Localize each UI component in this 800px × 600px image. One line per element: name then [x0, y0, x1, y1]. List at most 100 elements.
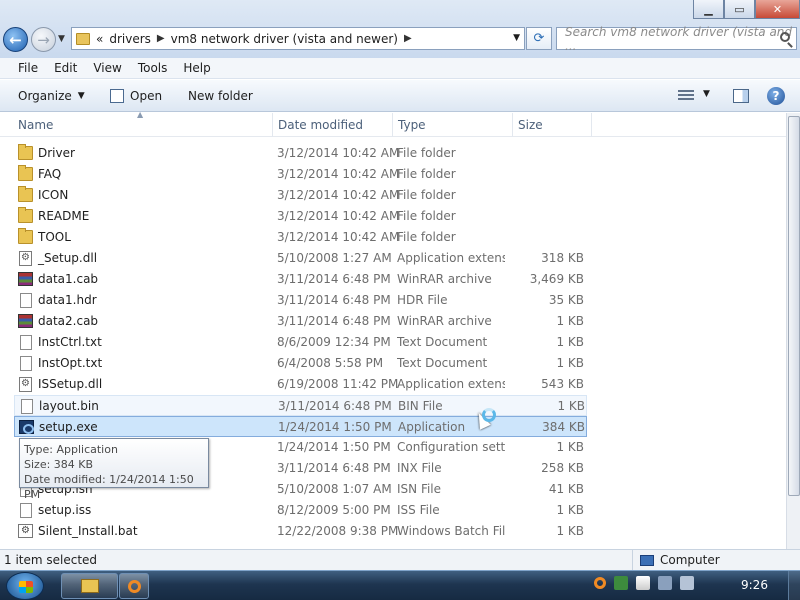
minimize-button[interactable]: ▁ [693, 0, 724, 19]
file-date: 3/12/2014 10:42 AM [277, 230, 400, 244]
file-date: 1/24/2014 1:50 PM [278, 420, 392, 434]
file-date: 6/4/2008 5:58 PM [277, 356, 384, 370]
clock[interactable]: 9:26 [741, 578, 768, 592]
list-item[interactable]: Silent_Install.bat 12/22/2008 9:38 PM Wi… [14, 521, 587, 542]
file-name: README [38, 209, 90, 223]
help-icon[interactable]: ? [767, 87, 785, 105]
menu-edit[interactable]: Edit [46, 61, 85, 75]
file-date: 12/22/2008 9:38 PM [277, 524, 399, 538]
address-bar[interactable]: « drivers ▶ vm8 network driver (vista an… [71, 27, 525, 50]
list-item[interactable]: _Setup.dll 5/10/2008 1:27 AM Application… [14, 248, 587, 269]
list-item[interactable]: FAQ 3/12/2014 10:42 AM File folder [14, 164, 587, 185]
list-item[interactable]: TOOL 3/12/2014 10:42 AM File folder [14, 227, 587, 248]
list-item[interactable]: ICON 3/12/2014 10:42 AM File folder [14, 185, 587, 206]
list-item[interactable]: ISSetup.dll 6/19/2008 11:42 PM Applicati… [14, 374, 587, 395]
taskbar-search-button[interactable] [119, 573, 149, 599]
loading-spinner-icon [482, 408, 496, 422]
volume-muted-icon[interactable] [680, 576, 694, 590]
tooltip-date-modified: Date modified: 1/24/2014 1:50 PM [24, 473, 194, 501]
file-name: data2.cab [38, 314, 99, 328]
winrar-icon [18, 314, 33, 328]
views-icon[interactable] [678, 90, 694, 102]
folder-icon [18, 186, 33, 202]
flag-icon[interactable] [636, 576, 650, 590]
taskbar-explorer-button[interactable] [61, 573, 118, 599]
menu-help[interactable]: Help [175, 61, 218, 75]
breadcrumb-overflow[interactable]: « [96, 32, 103, 46]
file-type: File folder [397, 230, 456, 244]
shield-icon[interactable] [614, 576, 628, 590]
column-divider[interactable] [272, 113, 273, 137]
column-divider[interactable] [392, 113, 393, 137]
vertical-scrollbar[interactable] [786, 113, 800, 549]
list-item-selected[interactable]: setup.exe 1/24/2014 1:50 PM Application … [14, 416, 587, 437]
menu-file[interactable]: File [10, 61, 46, 75]
forward-button[interactable]: → [31, 27, 56, 52]
menu-view[interactable]: View [85, 61, 129, 75]
chevron-down-icon[interactable]: ▼ [513, 33, 520, 43]
chevron-right-icon[interactable]: ▶ [157, 33, 165, 44]
maximize-button[interactable]: ▭ [724, 0, 755, 19]
list-item[interactable]: InstCtrl.txt 8/6/2009 12:34 PM Text Docu… [14, 332, 587, 353]
file-icon [20, 293, 32, 308]
status-divider [632, 550, 633, 571]
file-size: 1 KB [556, 356, 584, 370]
sort-ascending-icon: ▲ [137, 110, 144, 119]
list-item[interactable]: layout.bin 3/11/2014 6:48 PM BIN File 1 … [14, 395, 587, 416]
preview-pane-icon[interactable] [733, 89, 749, 103]
scrollbar-thumb[interactable] [788, 116, 800, 496]
selection-count: 1 item selected [4, 553, 98, 567]
list-item[interactable]: data1.hdr 3/11/2014 6:48 PM HDR File 35 … [14, 290, 587, 311]
column-name[interactable]: Name [18, 118, 53, 132]
command-bar: Organize ▼ Open New folder ▼ [0, 80, 800, 112]
column-type[interactable]: Type [398, 118, 426, 132]
file-type: File folder [397, 146, 456, 160]
file-date: 6/19/2008 11:42 PM [277, 377, 399, 391]
list-item[interactable]: data2.cab 3/11/2014 6:48 PM WinRAR archi… [14, 311, 587, 332]
status-location: Computer [640, 553, 720, 567]
column-divider[interactable] [512, 113, 513, 137]
column-divider[interactable] [591, 113, 592, 137]
file-tooltip: Type: Application Size: 384 KB Date modi… [19, 438, 209, 501]
organize-button[interactable]: Organize ▼ [18, 89, 85, 103]
start-button[interactable] [6, 572, 44, 600]
back-button[interactable]: ← [3, 27, 28, 52]
show-desktop-button[interactable] [788, 571, 800, 600]
chevron-right-icon[interactable]: ▶ [404, 33, 412, 44]
column-size[interactable]: Size [518, 118, 543, 132]
menu-bar: File Edit View Tools Help [0, 58, 800, 79]
new-folder-button[interactable]: New folder [188, 89, 253, 103]
chevron-down-icon[interactable]: ▼ [703, 89, 710, 99]
computer-icon [640, 554, 654, 566]
search-icon[interactable] [780, 32, 790, 42]
file-name: TOOL [38, 230, 71, 244]
network-icon[interactable] [658, 576, 672, 590]
refresh-button[interactable]: ⟳ [526, 27, 552, 50]
status-bar: 1 item selected Computer [0, 549, 800, 571]
open-button[interactable]: Open [110, 89, 162, 103]
list-item[interactable]: Driver 3/12/2014 10:42 AM File folder [14, 143, 587, 164]
list-item[interactable]: setup.iss 8/12/2009 5:00 PM ISS File 1 K… [14, 500, 587, 521]
file-size: 258 KB [541, 461, 584, 475]
file-name: _Setup.dll [38, 251, 98, 265]
breadcrumb-drivers[interactable]: drivers [109, 32, 151, 46]
column-date-modified[interactable]: Date modified [278, 118, 363, 132]
list-item[interactable]: InstOpt.txt 6/4/2008 5:58 PM Text Docume… [14, 353, 587, 374]
list-item[interactable]: README 3/12/2014 10:42 AM File folder [14, 206, 587, 227]
file-size: 1 KB [556, 440, 584, 454]
search-input[interactable]: Search vm8 network driver (vista and ... [556, 25, 797, 53]
title-bar: ▁ ▭ ✕ ← → ▼ « drivers ▶ vm8 network driv… [0, 0, 800, 58]
file-size: 318 KB [541, 251, 584, 265]
file-icon [21, 399, 33, 414]
open-icon [110, 89, 124, 103]
menu-tools[interactable]: Tools [130, 61, 176, 75]
breadcrumb-current-folder[interactable]: vm8 network driver (vista and newer) [171, 32, 398, 46]
folder-icon [18, 228, 33, 244]
file-date: 5/10/2008 1:27 AM [277, 251, 392, 265]
close-button[interactable]: ✕ [755, 0, 800, 19]
file-date: 1/24/2014 1:50 PM [277, 440, 391, 454]
file-size: 3,469 KB [529, 272, 584, 286]
search-icon[interactable] [594, 577, 606, 589]
list-item[interactable]: data1.cab 3/11/2014 6:48 PM WinRAR archi… [14, 269, 587, 290]
recent-pages-dropdown[interactable]: ▼ [58, 34, 65, 44]
